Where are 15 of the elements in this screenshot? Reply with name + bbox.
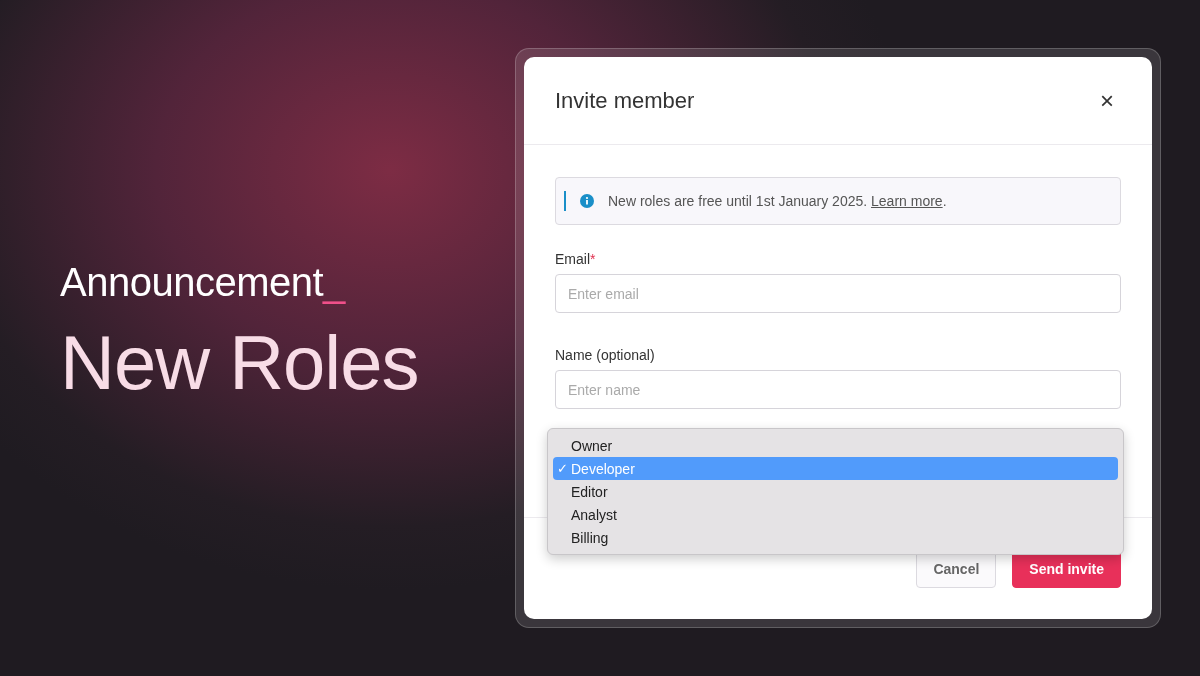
close-button[interactable]: ×	[1096, 86, 1118, 115]
field-label: Email*	[555, 251, 597, 267]
dialog-title: Invite member	[555, 87, 695, 114]
info-icon	[580, 194, 594, 208]
menu-option[interactable]: Billing	[553, 526, 1118, 549]
notice-text: New roles are free until 1st January 2025. Learn more.	[608, 193, 947, 209]
input-field[interactable]: Enter email	[555, 274, 1121, 313]
menu-option[interactable]: Owner	[553, 434, 1118, 457]
menu-option[interactable]: Editor	[553, 480, 1118, 503]
cursor-mark: _	[323, 260, 345, 305]
input-field[interactable]: Enter name	[555, 370, 1121, 409]
headline-title: New Roles	[60, 319, 420, 406]
menu-option[interactable]: Analyst	[553, 503, 1118, 526]
field-label: Name (optional)	[555, 347, 656, 363]
learn-more-link[interactable]: Learn more	[871, 193, 943, 209]
